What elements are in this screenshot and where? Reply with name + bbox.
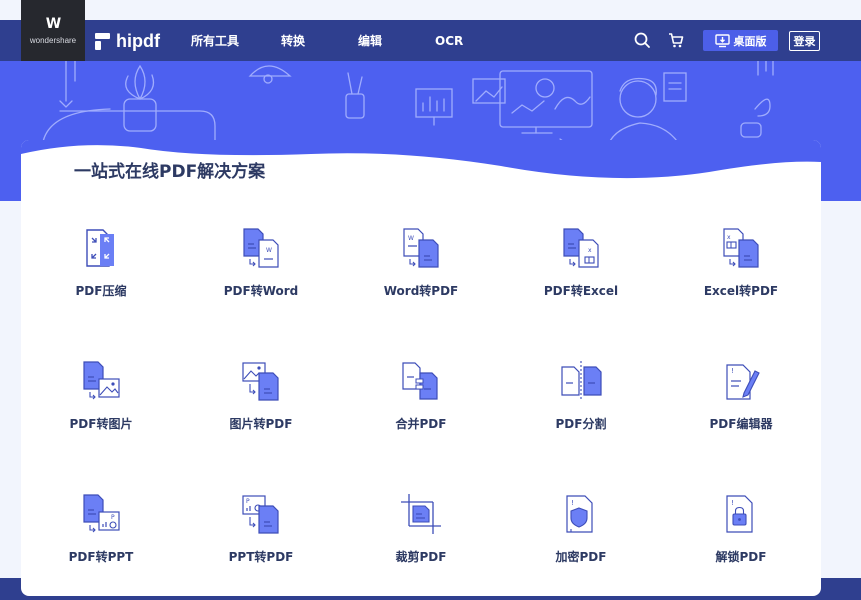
tool-label: 裁剪PDF	[395, 550, 447, 564]
pdf-to-image-icon	[83, 361, 120, 400]
tool-excel-to-pdf[interactable]: x Excel转PDF	[661, 226, 821, 326]
edit-icon: !	[726, 364, 760, 400]
tool-pdf-to-image[interactable]: PDF转图片	[21, 359, 181, 459]
tool-pdf-to-excel[interactable]: x PDF转Excel	[501, 226, 661, 326]
svg-text:x: x	[727, 234, 731, 241]
image-to-pdf-icon	[242, 362, 279, 401]
pdf-to-excel-icon: x	[563, 228, 599, 268]
pdf-to-ppt-icon: P	[83, 494, 120, 533]
tool-label: Excel转PDF	[703, 284, 779, 298]
svg-text:!: !	[731, 367, 734, 375]
svg-text:P: P	[246, 498, 250, 505]
tool-label: 解锁PDF	[715, 550, 767, 564]
hipdf-logo[interactable]: hipdf	[95, 30, 160, 52]
split-icon	[561, 361, 602, 401]
tool-label: PDF编辑器	[709, 417, 773, 431]
excel-to-pdf-icon: x	[723, 228, 759, 268]
tools-card: 一站式在线PDF解决方案 PDF压缩 W PDF转Word W Word转PDF…	[21, 140, 821, 596]
hipdf-mark-icon	[95, 32, 110, 50]
nav-ocr[interactable]: OCR	[435, 32, 463, 50]
svg-text:W: W	[408, 235, 414, 242]
tool-label: PDF分割	[555, 417, 607, 431]
tool-ppt-to-pdf[interactable]: P PPT转PDF	[181, 492, 341, 592]
merge-icon	[402, 362, 438, 400]
tool-image-to-pdf[interactable]: 图片转PDF	[181, 359, 341, 459]
tool-pdf-editor[interactable]: ! PDF编辑器	[661, 359, 821, 459]
tool-word-to-pdf[interactable]: W Word转PDF	[341, 226, 501, 326]
pdf-to-word-icon: W	[243, 228, 279, 268]
brand-name: hipdf	[116, 30, 160, 51]
wondershare-text: wondershare	[29, 36, 77, 45]
svg-text:!: !	[731, 499, 734, 507]
unlock-icon: !	[726, 495, 753, 533]
tool-label: PDF转Excel	[543, 284, 619, 298]
search-icon[interactable]	[632, 30, 652, 50]
encrypt-icon: !	[566, 495, 593, 533]
top-strip	[0, 0, 861, 20]
tool-label: PDF转PPT	[68, 550, 134, 564]
desktop-version-label: 桌面版	[733, 34, 767, 48]
cart-icon[interactable]	[666, 30, 686, 50]
tool-pdf-to-word[interactable]: W PDF转Word	[181, 226, 341, 326]
tool-label: Word转PDF	[383, 284, 459, 298]
tool-encrypt-pdf[interactable]: ! 加密PDF	[501, 492, 661, 592]
tool-label: 合并PDF	[395, 417, 447, 431]
tool-pdf-compress[interactable]: PDF压缩	[21, 226, 181, 326]
tool-pdf-to-ppt[interactable]: P PDF转PPT	[21, 492, 181, 592]
desktop-version-button[interactable]: 桌面版	[703, 30, 778, 51]
tool-merge-pdf[interactable]: 合并PDF	[341, 359, 501, 459]
tool-label: PDF转图片	[69, 417, 133, 431]
svg-text:P: P	[111, 514, 115, 521]
navbar: hipdf 所有工具 转换 编辑 OCR 桌面版 登录	[0, 20, 861, 61]
page-title: 一站式在线PDF解决方案	[74, 162, 266, 182]
crop-icon	[401, 494, 441, 534]
tool-crop-pdf[interactable]: 裁剪PDF	[341, 492, 501, 592]
nav-all-tools[interactable]: 所有工具	[191, 32, 239, 50]
svg-text:!: !	[571, 499, 574, 507]
tool-label: 图片转PDF	[229, 417, 293, 431]
tool-label: 加密PDF	[555, 550, 607, 564]
tool-label: PDF转Word	[223, 284, 299, 298]
nav-edit[interactable]: 编辑	[358, 32, 382, 50]
tool-label: PPT转PDF	[228, 550, 294, 564]
tool-label: PDF压缩	[75, 284, 127, 298]
ppt-to-pdf-icon: P	[242, 495, 279, 534]
login-button[interactable]: 登录	[789, 31, 820, 51]
compress-icon	[86, 229, 114, 267]
tool-split-pdf[interactable]: PDF分割	[501, 359, 661, 459]
svg-text:W: W	[266, 247, 272, 254]
download-icon	[714, 33, 730, 47]
wondershare-logo[interactable]: W wondershare	[21, 0, 85, 61]
tool-unlock-pdf[interactable]: ! 解锁PDF	[661, 492, 821, 592]
svg-text:x: x	[588, 247, 592, 254]
word-to-pdf-icon: W	[403, 228, 439, 268]
nav-convert[interactable]: 转换	[281, 32, 305, 50]
wondershare-mark: W	[45, 16, 61, 32]
